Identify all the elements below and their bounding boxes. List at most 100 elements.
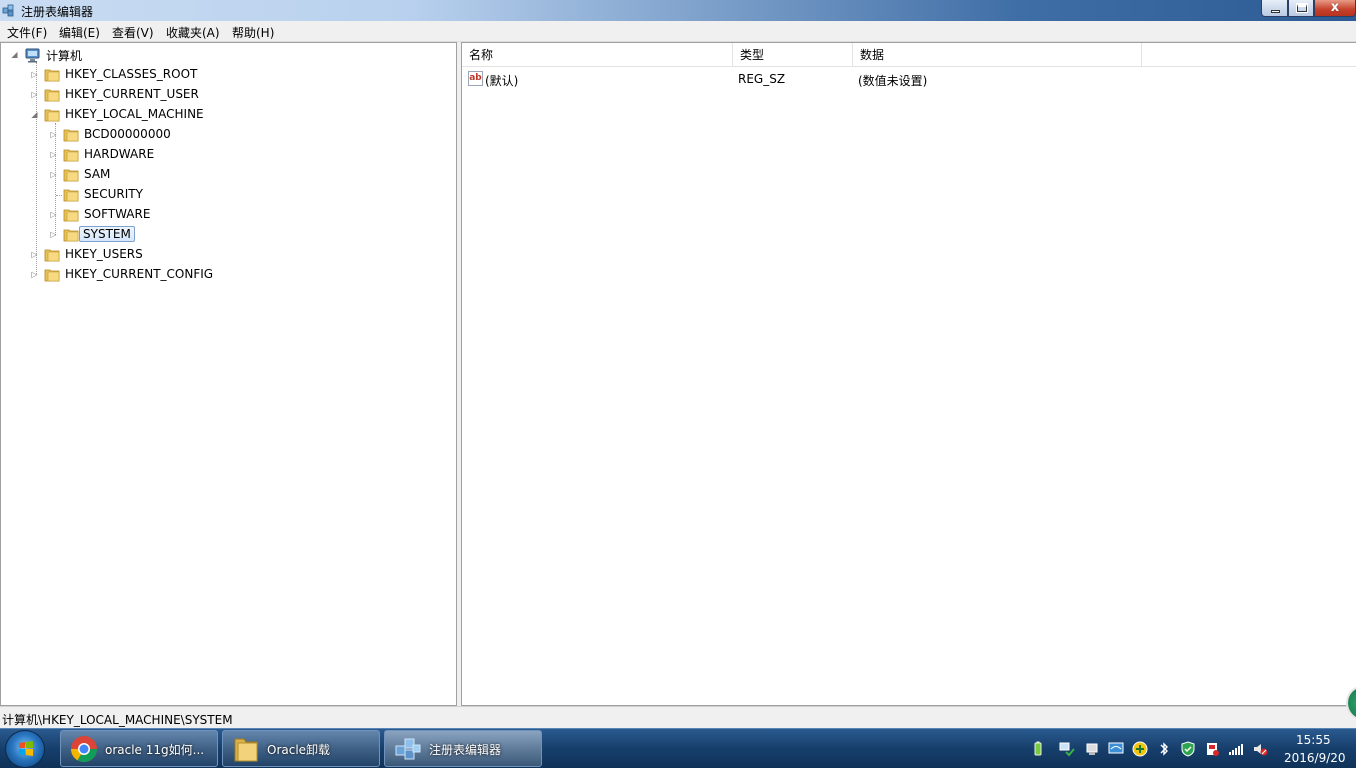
tree-item-bcd00000000[interactable]: ▷ BCD00000000 — [1, 125, 456, 145]
tree-label: SYSTEM — [79, 226, 135, 242]
expand-arrow-icon[interactable]: ▷ — [30, 250, 39, 259]
minimize-icon — [1271, 10, 1280, 13]
tree-label: SAM — [84, 167, 111, 181]
expand-arrow-icon[interactable]: ▷ — [30, 70, 39, 79]
close-icon: x — [1330, 0, 1340, 15]
value-name: (默认) — [485, 74, 519, 88]
menu-bar: 文件(F) 编辑(E) 查看(V) 收藏夹(A) 帮助(H) — [0, 21, 1356, 42]
taskbar-label: 注册表编辑器 — [429, 743, 502, 757]
expand-arrow-icon[interactable]: ▷ — [49, 230, 58, 239]
security-flag-icon[interactable] — [1204, 741, 1220, 757]
folder-icon — [63, 149, 79, 162]
taskbar-label: Oracle卸载 — [267, 743, 331, 757]
menu-favorites[interactable]: 收藏夹(A) — [166, 24, 220, 41]
tree-label: HARDWARE — [84, 147, 155, 161]
clock-date[interactable]: 2016/9/20 — [1284, 751, 1346, 765]
expand-arrow-icon[interactable]: ▷ — [49, 210, 58, 219]
expand-arrow-icon[interactable]: ▷ — [49, 170, 58, 179]
tree-item-sam[interactable]: ▷ SAM — [1, 165, 456, 185]
taskbar: oracle 11g如何... Oracle卸载 注册表编辑器 15:55 20… — [0, 728, 1356, 768]
menu-edit[interactable]: 编辑(E) — [59, 24, 100, 41]
add-icon[interactable] — [1132, 741, 1148, 757]
restore-icon — [1296, 3, 1308, 13]
tree-label: SECURITY — [84, 187, 143, 201]
taskbar-button-folder[interactable]: Oracle卸载 — [222, 730, 380, 767]
value-data: (数值未设置) — [858, 74, 928, 88]
window-title: 注册表编辑器 — [21, 5, 94, 19]
expand-arrow-icon[interactable]: ▷ — [30, 90, 39, 99]
tree-line — [56, 195, 62, 196]
tree-label: BCD00000000 — [84, 127, 171, 141]
tree-item-hkey-users[interactable]: ▷ HKEY_USERS — [1, 245, 456, 265]
start-button[interactable] — [5, 730, 45, 768]
restore-button[interactable] — [1288, 0, 1314, 17]
folder-icon — [63, 129, 79, 142]
folder-icon — [234, 738, 258, 762]
minimize-button[interactable] — [1261, 0, 1288, 17]
tree-label: HKEY_CURRENT_USER — [65, 87, 199, 101]
tree-label: 计算机 — [46, 49, 83, 63]
tree-item-hkey-local-machine[interactable]: ◢ HKEY_LOCAL_MACHINE — [1, 105, 456, 125]
registry-tree[interactable]: ◢ 计算机 ▷ HKEY_CLASSES_ROOT ▷ HKEY_CURRENT… — [0, 42, 457, 706]
folder-icon — [44, 249, 60, 262]
tree-item-hkey-classes-root[interactable]: ▷ HKEY_CLASSES_ROOT — [1, 65, 456, 85]
tree-item-hardware[interactable]: ▷ HARDWARE — [1, 145, 456, 165]
folder-icon — [63, 229, 79, 242]
computer-icon — [25, 48, 40, 63]
taskbar-button-browser[interactable]: oracle 11g如何... — [60, 730, 218, 767]
shield-icon[interactable] — [1180, 741, 1196, 757]
title-bar[interactable]: 注册表编辑器 x — [0, 0, 1356, 21]
battery-icon[interactable] — [1030, 741, 1046, 757]
tree-label: HKEY_CLASSES_ROOT — [65, 67, 198, 81]
tree-label: HKEY_CURRENT_CONFIG — [65, 267, 214, 281]
status-path: 计算机\HKEY_LOCAL_MACHINE\SYSTEM — [2, 713, 233, 727]
expand-arrow-icon[interactable]: ▷ — [30, 270, 39, 279]
taskbar-label: oracle 11g如何... — [105, 743, 205, 757]
regedit-icon — [395, 738, 421, 760]
column-header-type[interactable]: 类型 — [733, 43, 853, 67]
column-header-name[interactable]: 名称 — [462, 43, 733, 67]
menu-file[interactable]: 文件(F) — [7, 24, 47, 41]
folder-icon — [63, 209, 79, 222]
folder-icon — [63, 189, 79, 202]
signal-icon[interactable] — [1228, 741, 1244, 757]
values-list[interactable]: 名称 类型 数据 ab (默认) REG_SZ (数值未设置) — [461, 42, 1356, 706]
tree-label: HKEY_LOCAL_MACHINE — [65, 107, 204, 121]
value-type: REG_SZ — [738, 72, 786, 86]
list-item[interactable]: ab (默认) REG_SZ (数值未设置) — [462, 69, 1356, 89]
chrome-icon — [70, 736, 98, 763]
expand-arrow-icon[interactable]: ▷ — [49, 150, 58, 159]
regedit-icon — [2, 4, 14, 17]
volume-muted-icon[interactable] — [1252, 741, 1268, 757]
tree-item-hkey-current-user[interactable]: ▷ HKEY_CURRENT_USER — [1, 85, 456, 105]
close-button[interactable]: x — [1314, 0, 1356, 17]
menu-view[interactable]: 查看(V) — [112, 24, 154, 41]
collapse-arrow-icon[interactable]: ◢ — [30, 110, 39, 119]
folder-icon — [44, 69, 60, 82]
tree-item-system[interactable]: ▷ SYSTEM — [1, 225, 456, 245]
folder-icon — [63, 169, 79, 182]
menu-help[interactable]: 帮助(H) — [232, 24, 274, 41]
folder-icon — [44, 269, 60, 282]
network-check-icon[interactable] — [1059, 741, 1075, 757]
tree-item-security[interactable]: SECURITY — [1, 185, 456, 205]
collapse-arrow-icon[interactable]: ◢ — [10, 50, 19, 59]
usb-icon[interactable] — [1084, 741, 1100, 757]
tree-label: HKEY_USERS — [65, 247, 143, 261]
tree-item-computer[interactable]: ◢ 计算机 — [1, 45, 456, 65]
list-header: 名称 类型 数据 — [462, 43, 1356, 67]
display-icon[interactable] — [1108, 741, 1124, 757]
tree-item-hkey-current-config[interactable]: ▷ HKEY_CURRENT_CONFIG — [1, 265, 456, 285]
folder-icon — [44, 89, 60, 102]
column-header-data[interactable]: 数据 — [853, 43, 1142, 67]
taskbar-button-regedit[interactable]: 注册表编辑器 — [384, 730, 542, 767]
tree-label: SOFTWARE — [84, 207, 151, 221]
bluetooth-icon[interactable] — [1156, 741, 1172, 757]
status-bar: 计算机\HKEY_LOCAL_MACHINE\SYSTEM — [0, 706, 1356, 728]
tree-item-software[interactable]: ▷ SOFTWARE — [1, 205, 456, 225]
string-value-icon: ab — [468, 71, 483, 86]
folder-open-icon — [44, 109, 60, 122]
expand-arrow-icon[interactable]: ▷ — [49, 130, 58, 139]
clock-time[interactable]: 15:55 — [1296, 733, 1331, 747]
windows-logo-icon — [19, 741, 33, 756]
